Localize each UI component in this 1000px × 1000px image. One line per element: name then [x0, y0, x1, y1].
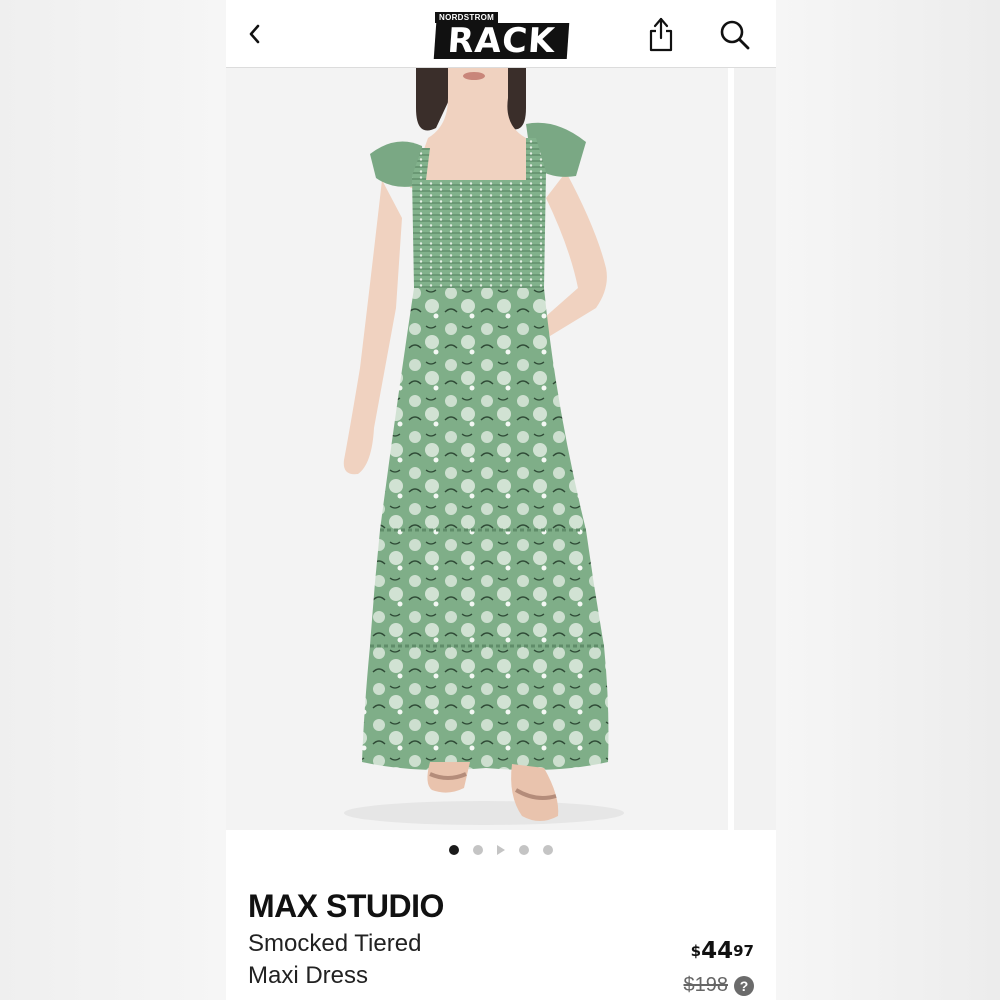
- product-name-line-1: Smocked Tiered: [248, 930, 422, 957]
- next-product-photo-peek[interactable]: [734, 68, 776, 830]
- chevron-left-icon: [249, 24, 260, 44]
- logo-main-text: RACK: [433, 21, 570, 61]
- price-cents: 97: [733, 942, 754, 960]
- top-nav-bar: NORDSTROM RACK: [226, 0, 776, 68]
- background-left: [0, 0, 226, 1000]
- product-brand[interactable]: MAX STUDIO: [248, 888, 444, 925]
- gallery-pagination: [226, 838, 776, 862]
- search-button[interactable]: [718, 18, 752, 52]
- price-help-icon[interactable]: ?: [734, 976, 754, 996]
- price-currency: $: [690, 942, 702, 960]
- product-photo[interactable]: [226, 68, 728, 830]
- app-screen: NORDSTROM RACK MAX STUDIO Smocked Tiered…: [226, 0, 776, 1000]
- video-play-icon[interactable]: [497, 845, 505, 855]
- share-icon: [649, 17, 673, 52]
- model-in-dress-illustration: [226, 68, 728, 830]
- background-right: [775, 0, 1000, 1000]
- product-name-line-2: Maxi Dress: [248, 962, 369, 989]
- search-icon: [720, 20, 750, 50]
- price-whole: 44: [701, 938, 734, 964]
- pagination-dot-2[interactable]: [473, 845, 483, 855]
- product-image-gallery[interactable]: [226, 68, 776, 830]
- pagination-dot-1[interactable]: [449, 845, 459, 855]
- pagination-dot-4[interactable]: [519, 845, 529, 855]
- share-button[interactable]: [644, 16, 678, 54]
- compare-at-price: $198: [683, 974, 729, 996]
- nordstrom-rack-logo[interactable]: NORDSTROM RACK: [433, 12, 570, 61]
- pagination-dot-5[interactable]: [543, 845, 553, 855]
- back-button[interactable]: [240, 18, 268, 50]
- sale-price: $4497: [691, 938, 754, 964]
